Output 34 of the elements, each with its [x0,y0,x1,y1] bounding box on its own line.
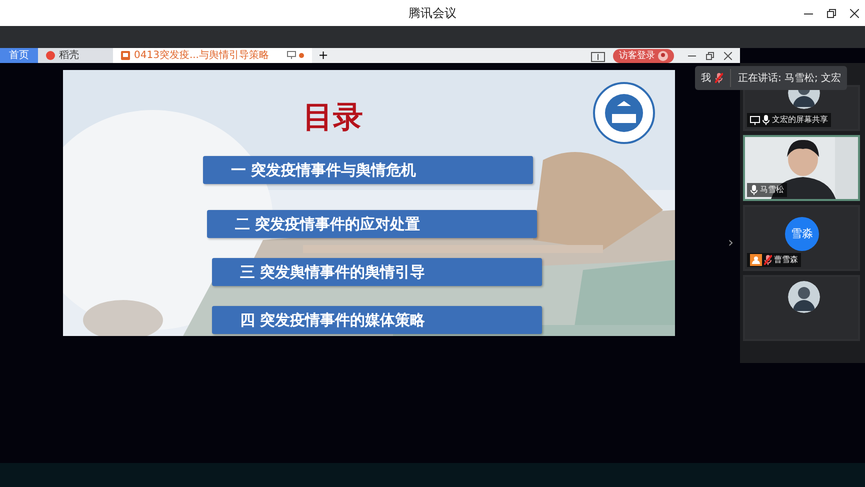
participant-tile[interactable]: 雪淼 曹雪森 [743,205,860,271]
person-icon [750,254,762,266]
participant-tile[interactable] [743,275,860,341]
restore-icon[interactable] [706,52,714,60]
slide-title: 目录 [303,100,363,136]
slides-icon [121,51,130,60]
browser-tab[interactable]: 首页 [0,48,38,63]
window-title: 腾讯会议 [408,6,456,20]
agenda-item: 四 突发疫情事件的媒体策略 [212,306,542,334]
participant-name: 曹雪森 [774,254,798,266]
browser-tab[interactable]: 0413突发疫...与舆情引导策略 [113,48,312,63]
login-button[interactable]: 访客登录 [613,49,674,63]
user-icon [658,51,668,61]
agenda-item: 一 突发疫情事件与舆情危机 [203,156,533,184]
agenda-item: 三 突发舆情事件的舆情引导 [212,258,542,286]
new-tab-button[interactable]: + [312,48,334,63]
restore-icon[interactable] [827,8,836,18]
expand-icon[interactable]: › [728,233,734,254]
close-icon[interactable] [850,8,859,18]
browser-tab[interactable]: 稻壳 [38,48,113,63]
participant-tile[interactable]: 马雪松 [743,135,860,201]
close-icon[interactable] [724,52,732,60]
reader-icon[interactable] [591,52,605,62]
participant-tile[interactable]: 文宏的屏幕共享 [743,85,860,131]
university-emblem-icon [593,82,655,144]
speaking-status: 正在讲话: 马雪松; 文宏 [738,72,842,86]
dot-icon [299,52,304,58]
monitor-icon [287,51,296,60]
agenda-item: 二 突发疫情事件的应对处置 [207,210,537,238]
participant-name: 马雪松 [760,184,784,196]
avatar-icon [788,281,820,313]
avatar-initials: 雪淼 [785,217,819,251]
me-label: 我 [701,72,711,86]
participant-name: 文宏的屏幕共享 [772,114,828,126]
